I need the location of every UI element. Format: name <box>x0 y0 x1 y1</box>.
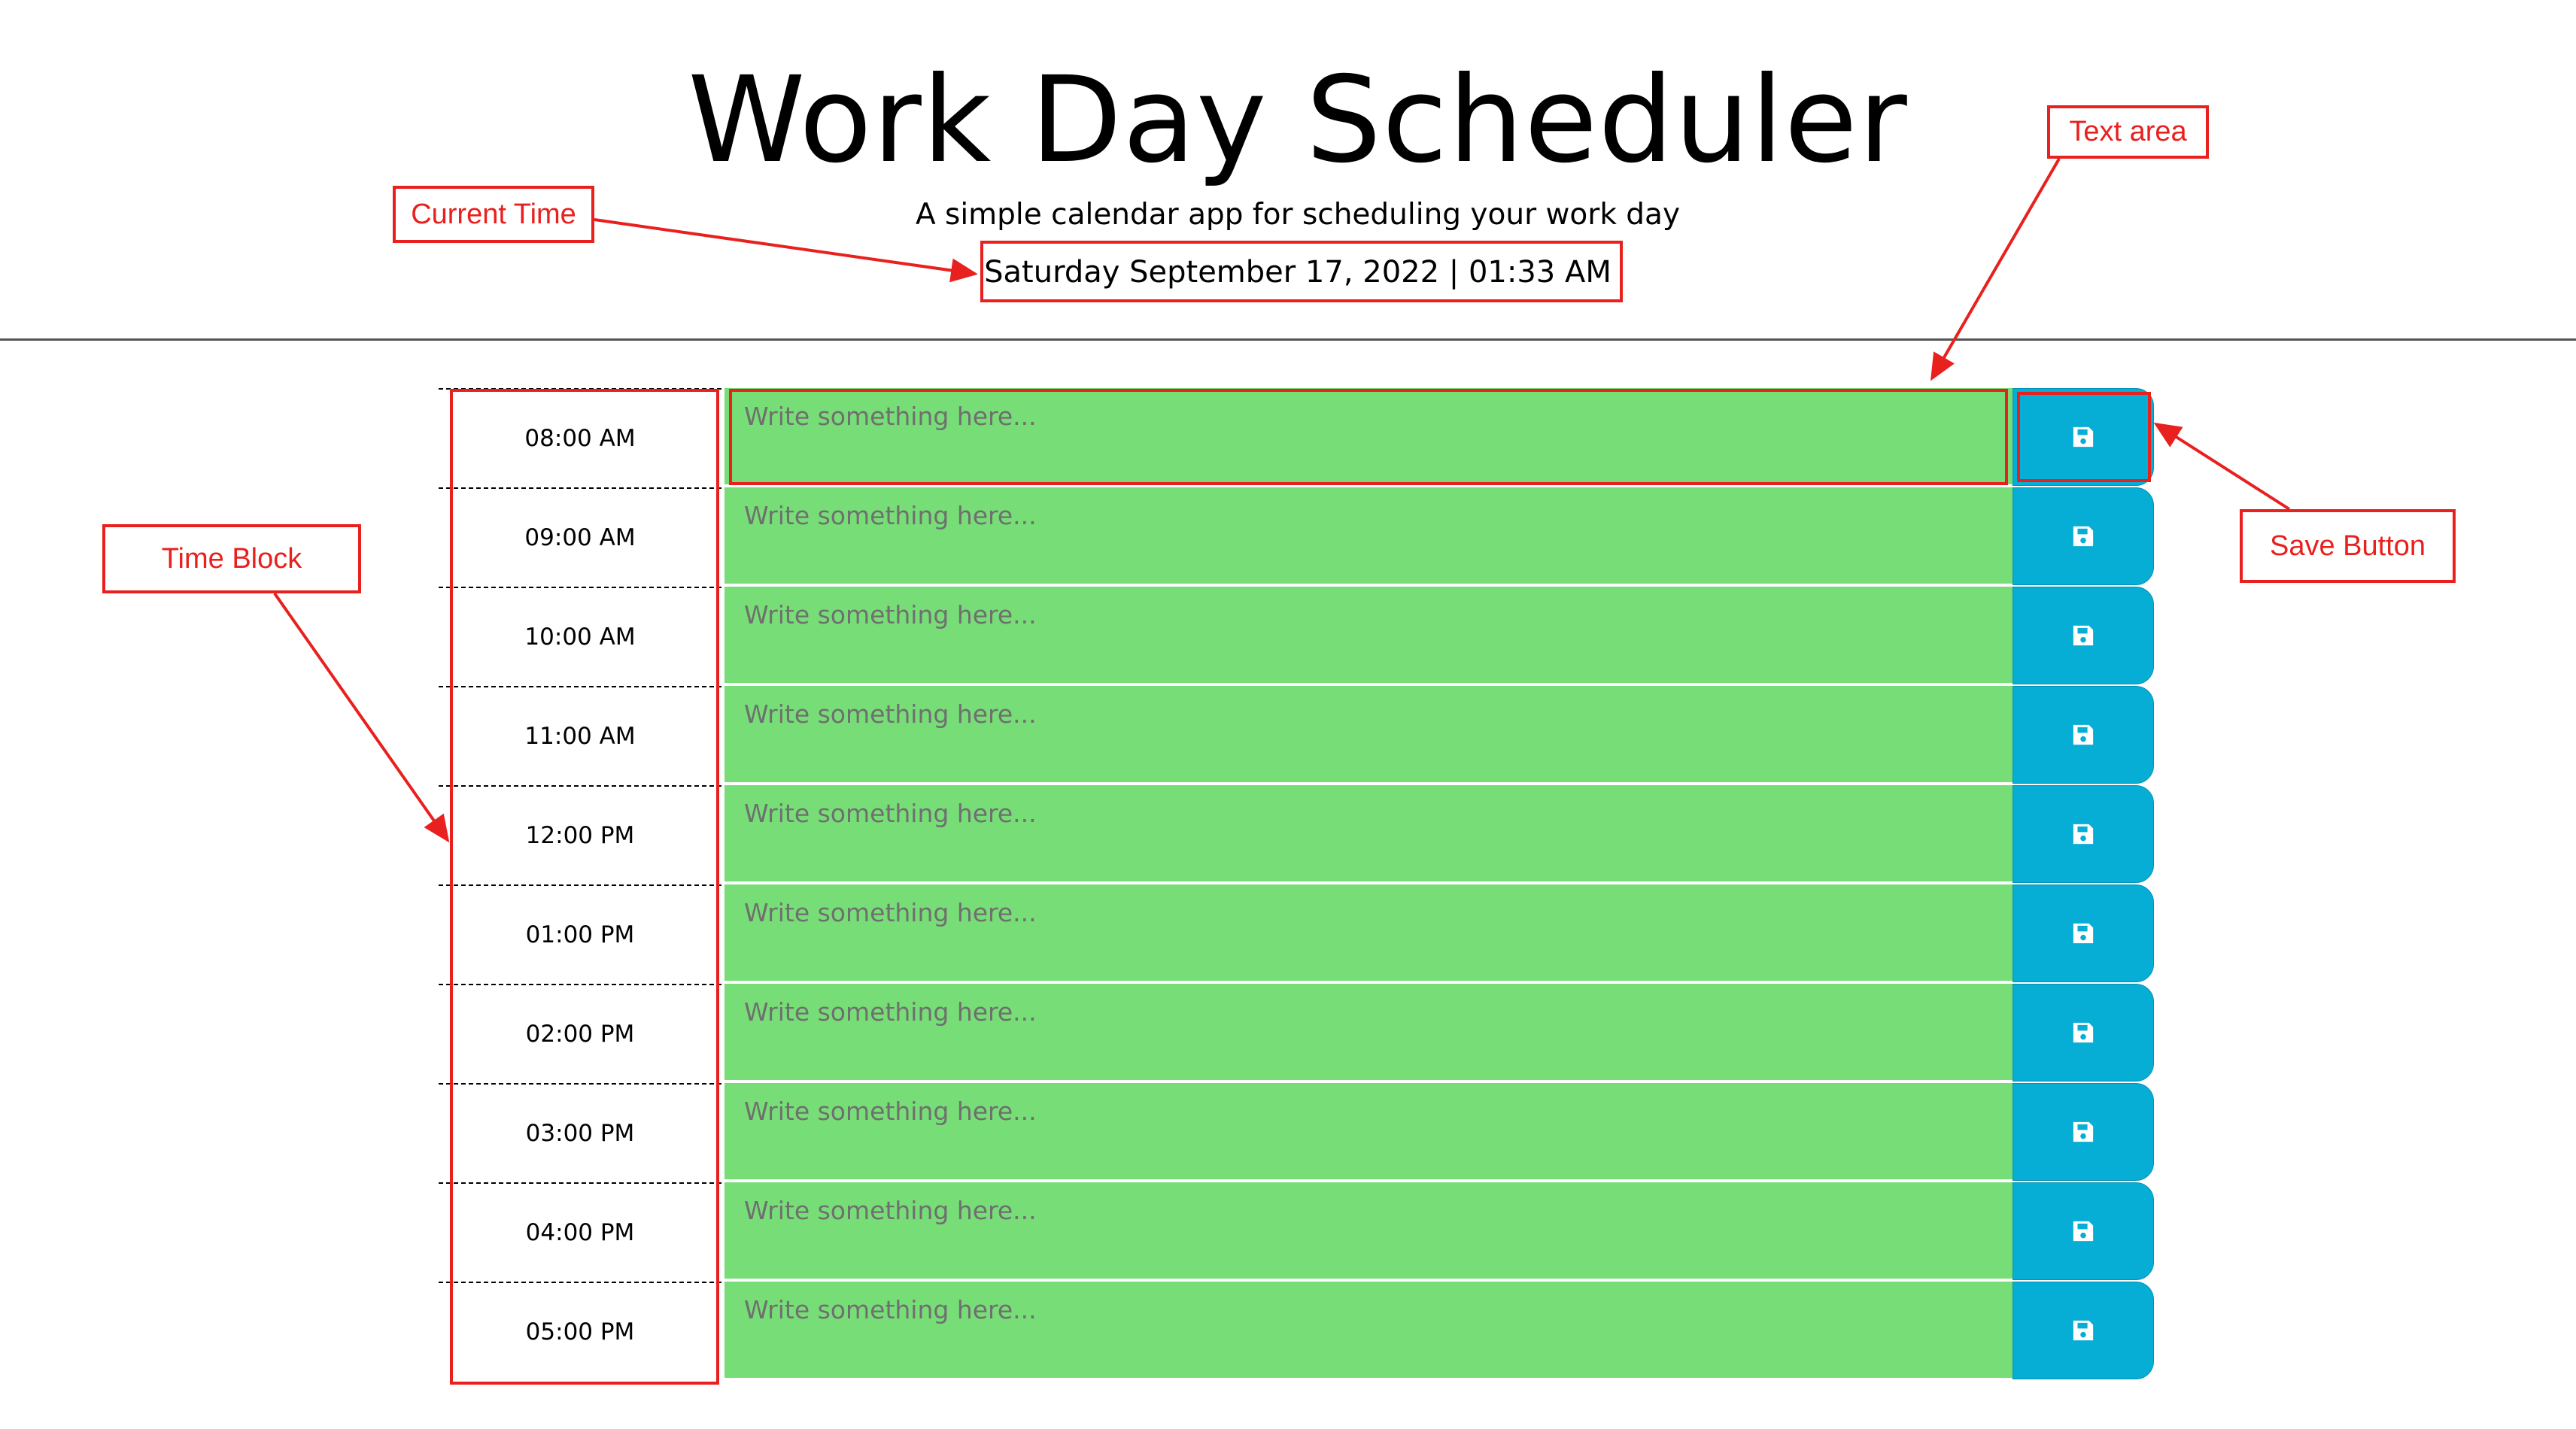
time-block-annotation: Time Block <box>102 524 361 593</box>
hour-label: 12:00 PM <box>439 785 721 884</box>
hour-label: 01:00 PM <box>439 884 721 984</box>
description-textarea[interactable] <box>724 388 2012 486</box>
time-block-row: 01:00 PM <box>439 884 2154 984</box>
description-textarea[interactable] <box>724 785 2012 883</box>
time-block-row: 09:00 AM <box>439 487 2154 587</box>
time-block-row: 12:00 PM <box>439 785 2154 884</box>
hour-label: 03:00 PM <box>439 1083 721 1182</box>
description-textarea[interactable] <box>724 487 2012 585</box>
floppy-disk-icon <box>2072 1319 2095 1342</box>
save-button[interactable] <box>2012 884 2154 982</box>
hour-label: 08:00 AM <box>439 388 721 487</box>
floppy-disk-icon <box>2072 922 2095 945</box>
time-block-row: 10:00 AM <box>439 587 2154 686</box>
floppy-disk-icon <box>2072 624 2095 647</box>
floppy-disk-icon <box>2072 426 2095 448</box>
save-button-annotation: Save Button <box>2240 509 2456 583</box>
save-button[interactable] <box>2012 686 2154 784</box>
hour-label: 04:00 PM <box>439 1182 721 1282</box>
current-time-annotation: Current Time <box>393 186 594 243</box>
save-button[interactable] <box>2012 1182 2154 1280</box>
time-block-row: 05:00 PM <box>439 1282 2154 1381</box>
save-button[interactable] <box>2012 1282 2154 1379</box>
time-block-arrow <box>273 592 450 843</box>
description-textarea[interactable] <box>724 1182 2012 1280</box>
save-button-arrow <box>2153 422 2291 511</box>
floppy-disk-icon <box>2072 1121 2095 1143</box>
time-block-row: 03:00 PM <box>439 1083 2154 1182</box>
hour-label: 11:00 AM <box>439 686 721 785</box>
description-textarea[interactable] <box>724 884 2012 982</box>
hour-label: 05:00 PM <box>439 1282 721 1381</box>
page-subtitle: A simple calendar app for scheduling you… <box>915 198 1681 232</box>
hour-label: 09:00 AM <box>439 487 721 587</box>
time-block-row: 04:00 PM <box>439 1182 2154 1282</box>
time-block-row: 08:00 AM <box>439 388 2154 487</box>
floppy-disk-icon <box>2072 1220 2095 1242</box>
save-button[interactable] <box>2012 587 2154 684</box>
time-block-row: 02:00 PM <box>439 984 2154 1083</box>
description-textarea[interactable] <box>724 984 2012 1082</box>
hour-label: 02:00 PM <box>439 984 721 1083</box>
header-divider <box>0 338 2576 341</box>
schedule-container: 08:00 AM 09:00 AM 10:00 AM 11:00 AM 12:0… <box>439 388 2154 1381</box>
floppy-disk-icon <box>2072 525 2095 548</box>
floppy-disk-icon <box>2072 823 2095 845</box>
text-area-annotation: Text area <box>2047 105 2209 159</box>
hour-label: 10:00 AM <box>439 587 721 686</box>
description-textarea[interactable] <box>724 686 2012 784</box>
save-button[interactable] <box>2012 388 2154 486</box>
floppy-disk-icon <box>2072 1021 2095 1044</box>
time-block-row: 11:00 AM <box>439 686 2154 785</box>
floppy-disk-icon <box>2072 724 2095 746</box>
current-day-display: Saturday September 17, 2022 | 01:33 AM <box>984 255 1612 290</box>
description-textarea[interactable] <box>724 1083 2012 1181</box>
save-button[interactable] <box>2012 487 2154 585</box>
save-button[interactable] <box>2012 984 2154 1082</box>
description-textarea[interactable] <box>724 587 2012 684</box>
description-textarea[interactable] <box>724 1282 2012 1379</box>
save-button[interactable] <box>2012 785 2154 883</box>
save-button[interactable] <box>2012 1083 2154 1181</box>
